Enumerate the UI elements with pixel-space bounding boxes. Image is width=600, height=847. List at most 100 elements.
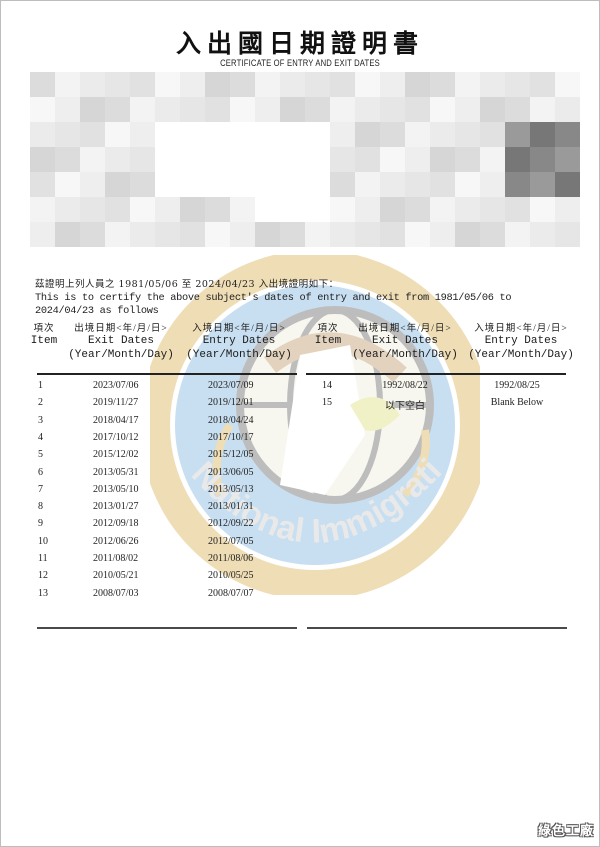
redaction-pixel: [330, 122, 355, 147]
item-cell: 14: [322, 380, 332, 391]
redaction-pixel: [530, 197, 555, 222]
redaction-pixel: [430, 172, 455, 197]
redaction-pixel: [405, 122, 430, 147]
redaction-pixel: [405, 97, 430, 122]
redaction-pixel: [330, 222, 355, 247]
entry-date-cell: 2013/06/05: [208, 466, 254, 478]
redaction-pixel: [130, 122, 155, 147]
redaction-pixel: [455, 72, 480, 97]
redaction-pixel: [30, 222, 55, 247]
redaction-pixel: [80, 147, 105, 172]
redaction-pixel: [80, 122, 105, 147]
redaction-pixel: [80, 72, 105, 97]
redaction-pixel: [380, 72, 405, 97]
redaction-pixel: [380, 172, 405, 197]
redaction-pixel: [180, 72, 205, 97]
redaction-pixel: [480, 197, 505, 222]
redaction-pixel: [180, 97, 205, 122]
redaction-pixel: [80, 197, 105, 222]
item-cell: 11: [38, 553, 48, 564]
redaction-pixel: [430, 147, 455, 172]
redaction-pixel: [105, 147, 130, 172]
redaction-pixel: [255, 72, 280, 97]
entry-date-cell: 1992/08/25: [494, 380, 540, 391]
exit-date-cell: 2012/06/26: [93, 535, 139, 547]
certificate-subtitle: CERTIFICATE OF ENTRY AND EXIT DATES: [220, 58, 380, 68]
item-cell: 2: [38, 397, 43, 409]
redaction-pixel: [205, 197, 230, 222]
redaction-pixel: [455, 97, 480, 122]
redaction-pixel: [155, 197, 180, 222]
entry-date-cell: 2013/05/13: [208, 483, 254, 495]
redaction-pixel: [530, 72, 555, 97]
left-item-header: 項次 Item: [30, 324, 58, 347]
redaction-pixel: [405, 72, 430, 97]
redaction-pixel: [555, 122, 580, 147]
watermark-logo: 綠色工廠: [537, 824, 594, 839]
right-entry-header: 入境日期<年/月/日> Entry Dates (Year/Month/Day): [468, 324, 574, 361]
redaction-pixel: [105, 97, 130, 122]
redaction-pixel: [555, 172, 580, 197]
item-cell: 1: [38, 380, 43, 391]
item-cell: 15: [322, 397, 332, 409]
redaction-pixel: [505, 222, 530, 247]
redaction-pixel: [555, 97, 580, 122]
redaction-pixel: [355, 72, 380, 97]
redaction-pixel: [455, 122, 480, 147]
redaction-pixel: [530, 122, 555, 147]
exit-date-cell: 2023/07/06: [93, 380, 139, 391]
statement-en: This is to certify the above subject's d…: [35, 291, 512, 318]
redaction-pixel: [55, 222, 80, 247]
exit-date-cell: 2013/05/31: [93, 466, 139, 478]
redaction-pixel: [530, 147, 555, 172]
redaction-pixel: [505, 197, 530, 222]
redaction-pixel: [455, 197, 480, 222]
redaction-pixel: [480, 172, 505, 197]
certification-statement: 茲證明上列人員之 1981/05/06 至 2024/04/23 入出境證明如下…: [35, 278, 575, 319]
redaction-pixel: [455, 172, 480, 197]
redaction-pixel: [105, 72, 130, 97]
redaction-pixel: [305, 222, 330, 247]
item-cell: 6: [38, 466, 43, 478]
redaction-pixel: [480, 72, 505, 97]
entry-date-cell: 2018/04/24: [208, 414, 254, 426]
redaction-pixel: [105, 122, 130, 147]
redaction-pixel: [405, 147, 430, 172]
redaction-pixel: [530, 222, 555, 247]
redaction-pixel: [230, 72, 255, 97]
redaction-pixel: [80, 172, 105, 197]
redaction-pixel: [455, 147, 480, 172]
item-cell: 13: [38, 587, 48, 599]
redaction-pixel: [55, 122, 80, 147]
left-header-rule: [37, 373, 297, 375]
redaction-pixel: [505, 97, 530, 122]
item-cell: 9: [38, 518, 43, 530]
redaction-pixel: [380, 197, 405, 222]
left-footer-rule: [37, 627, 297, 629]
redaction-pixel: [155, 222, 180, 247]
redaction-pixel: [230, 97, 255, 122]
entry-date-cell: 2023/07/09: [208, 380, 254, 391]
redaction-pixel: [555, 147, 580, 172]
item-cell: 5: [38, 449, 43, 461]
redaction-pixel: [255, 97, 280, 122]
right-footer-rule: [307, 627, 567, 629]
item-cell: 8: [38, 501, 43, 513]
redaction-pixel: [130, 97, 155, 122]
redaction-pixel: [30, 122, 55, 147]
redaction-pixel: [230, 222, 255, 247]
item-cell: 3: [38, 414, 43, 426]
entry-date-cell: 2010/05/25: [208, 570, 254, 582]
redaction-pixel: [280, 222, 305, 247]
redaction-pixel: [230, 197, 255, 222]
exit-date-cell: 1992/08/22: [382, 380, 428, 391]
redaction-pixel: [330, 172, 355, 197]
item-cell: 10: [38, 535, 48, 547]
entry-date-cell: 2008/07/07: [208, 587, 254, 599]
redaction-pixel: [205, 72, 230, 97]
entry-date-cell: 2013/01/31: [208, 501, 254, 513]
right-item-header: 項次 Item: [314, 324, 342, 347]
redaction-pixel: [80, 222, 105, 247]
redaction-pixel: [155, 97, 180, 122]
redaction-pixel: [380, 122, 405, 147]
